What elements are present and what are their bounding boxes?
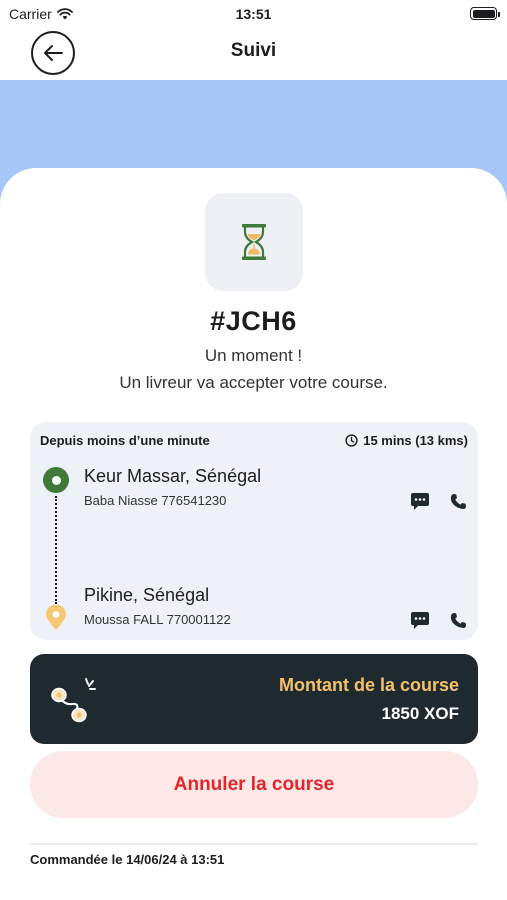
elapsed-time: Depuis moins d’une minute bbox=[40, 433, 210, 448]
dropoff-chat-button[interactable] bbox=[409, 609, 431, 631]
chat-bubble-icon bbox=[411, 611, 429, 629]
dropoff-contact: Moussa FALL 770001122 bbox=[84, 612, 231, 627]
pickup-pin-icon bbox=[43, 467, 69, 493]
chat-bubble-icon bbox=[411, 492, 429, 510]
clock-time: 13:51 bbox=[235, 6, 272, 22]
dropoff-pin-icon bbox=[46, 605, 66, 630]
pickup-call-button[interactable] bbox=[447, 490, 469, 512]
eta-badge: 15 mins (13 kms) bbox=[345, 433, 468, 448]
eta-text: 15 mins (13 kms) bbox=[363, 433, 468, 448]
phone-icon bbox=[450, 612, 466, 628]
fare-amount: 1850 XOF bbox=[381, 704, 460, 723]
dropoff-place: Pikine, Sénégal bbox=[84, 585, 210, 605]
divider bbox=[30, 843, 478, 845]
hourglass-icon bbox=[242, 224, 266, 260]
status-bar: Carrier 13:51 bbox=[0, 0, 507, 30]
clock-icon bbox=[345, 434, 358, 447]
status-message-detail: Un livreur va accepter votre course. bbox=[119, 373, 388, 392]
battery-icon bbox=[470, 7, 500, 20]
nav-bar: Suivi bbox=[0, 30, 507, 80]
fare-card: Montant de la course 1850 XOF bbox=[30, 654, 478, 744]
route-coins-icon bbox=[51, 678, 96, 723]
order-code: #JCH6 bbox=[210, 306, 297, 336]
route-line bbox=[55, 496, 57, 604]
cancel-ride-button[interactable]: Annuler la course bbox=[30, 751, 478, 818]
fare-label: Montant de la course bbox=[278, 675, 459, 695]
pickup-chat-button[interactable] bbox=[409, 490, 431, 512]
status-icon-box bbox=[205, 193, 303, 291]
pickup-contact: Baba Niasse 776541230 bbox=[84, 493, 227, 508]
phone-icon bbox=[450, 493, 466, 509]
order-timestamp: Commandée le 14/06/24 à 13:51 bbox=[30, 852, 225, 867]
dropoff-call-button[interactable] bbox=[447, 609, 469, 631]
page-title: Suivi bbox=[230, 40, 277, 61]
route-card: Depuis moins d’une minute 15 mins (13 km… bbox=[30, 422, 478, 640]
cancel-ride-label: Annuler la course bbox=[173, 773, 335, 795]
status-message-title: Un moment ! bbox=[204, 346, 303, 365]
pickup-place: Keur Massar, Sénégal bbox=[84, 466, 262, 486]
